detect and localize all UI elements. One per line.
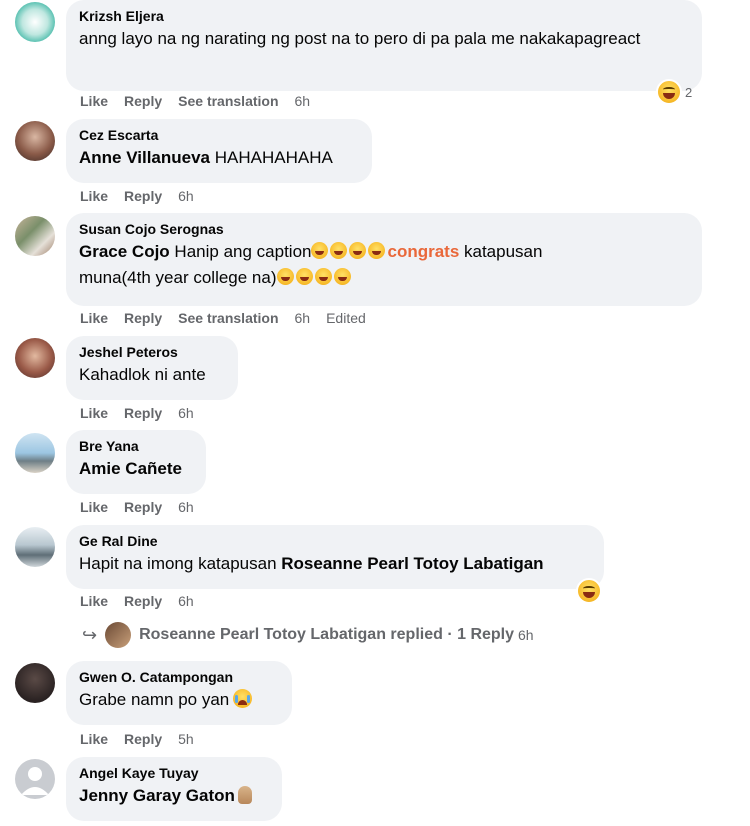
comment-author[interactable]: Bre Yana [79,437,193,456]
comment-time[interactable]: 6h [295,310,311,326]
rofl-emoji-icon [368,242,386,259]
reaction-count[interactable]: 2 [656,79,692,105]
comment-text-body: katapusan [459,242,543,261]
avatar[interactable] [15,121,55,161]
comment-actions: Like Reply See translation 6h Edited [80,310,382,326]
comment-time[interactable]: 6h [178,405,194,421]
reply-author: Roseanne Pearl Totoy Labatigan [139,626,386,643]
comment-actions: Like Reply 6h [80,593,210,609]
rofl-emoji-icon [311,242,329,259]
reply-button[interactable]: Reply [124,310,162,326]
reply-button[interactable]: Reply [124,593,162,609]
comment-bubble: Angel Kaye Tuyay Jenny Garay Gaton [66,757,282,821]
see-translation-button[interactable]: See translation [178,93,278,109]
comment-time[interactable]: 6h [178,593,194,609]
comment-author[interactable]: Krizsh Eljera [79,7,689,26]
comment-author[interactable]: Ge Ral Dine [79,532,591,551]
congrats-highlight: congrats [387,242,460,261]
comment-text: Jenny Garay Gaton [79,783,269,809]
mention-link[interactable]: Anne Villanueva [79,148,210,167]
haha-emoji-icon [576,578,602,604]
mention-link[interactable]: Grace Cojo [79,242,170,261]
comment-text-body: Hapit na imong katapusan [79,554,282,573]
comment-actions: Like Reply 5h [80,731,210,747]
comment-author[interactable]: Cez Escarta [79,126,359,145]
mention-link[interactable]: Amie Cañete [79,459,182,478]
comment-text-body: HAHAHAHAHA [210,148,333,167]
reply-replied-text: replied · [385,626,458,643]
comment-text: Kahadlok ni ante [79,365,206,384]
avatar[interactable] [15,759,55,799]
mention-link[interactable]: Jenny Garay Gaton [79,786,235,805]
like-button[interactable]: Like [80,499,108,515]
rofl-emoji-icon [330,242,348,259]
view-replies-link[interactable]: ↪ Roseanne Pearl Totoy Labatigan replied… [82,622,534,648]
rofl-emoji-icon [333,268,351,285]
comment-text-body: muna(4th year college na) [79,268,277,287]
comment-bubble: Jeshel Peteros Kahadlok ni ante [66,336,238,400]
comment-text: Grace Cojo Hanip ang caption congrats kat… [79,239,689,291]
comment-bubble: Gwen O. Catampongan Grabe namn po yan [66,661,292,725]
avatar [105,622,132,648]
like-button[interactable]: Like [80,188,108,204]
default-avatar-icon [21,767,49,795]
comment-bubble: Krizsh Eljera anng layo na ng narating n… [66,0,702,91]
mention-link[interactable]: Roseanne Pearl Totoy Labatigan [281,554,543,573]
comment-actions: Like Reply 6h [80,405,210,421]
avatar[interactable] [15,338,55,378]
comment-bubble: Cez Escarta Anne Villanueva HAHAHAHAHA [66,119,372,183]
avatar[interactable] [15,527,55,567]
comment-author[interactable]: Angel Kaye Tuyay [79,764,269,783]
edited-label: Edited [326,310,366,326]
comment-actions: Like Reply 6h [80,188,210,204]
see-translation-button[interactable]: See translation [178,310,278,326]
comment-actions: Like Reply See translation 6h [80,93,326,109]
avatar[interactable] [15,433,55,473]
comment-bubble: Ge Ral Dine Hapit na imong katapusan Ros… [66,525,604,589]
comment-time[interactable]: 6h [295,93,311,109]
reply-time: 6h [518,627,534,643]
rofl-emoji-icon [295,268,313,285]
reply-button[interactable]: Reply [124,731,162,747]
avatar[interactable] [15,216,55,256]
like-button[interactable]: Like [80,93,108,109]
comment-text: anng layo na ng narating ng post na to p… [79,29,641,48]
rofl-emoji-icon [349,242,367,259]
comment-text: Hapit na imong katapusan Roseanne Pearl … [79,551,591,577]
comment-author[interactable]: Susan Cojo Serognas [79,220,689,239]
reply-arrow-icon: ↪ [82,624,98,645]
reply-button[interactable]: Reply [124,499,162,515]
comment-text-body: Hanip ang caption [169,242,312,261]
reaction-count-label: 2 [685,84,693,100]
like-button[interactable]: Like [80,731,108,747]
reply-button[interactable]: Reply [124,405,162,421]
comment-text-body: Grabe namn po yan [79,690,230,709]
comment-bubble: Bre Yana Amie Cañete [66,430,206,494]
comment-bubble: Susan Cojo Serognas Grace Cojo Hanip ang… [66,213,702,306]
like-button[interactable]: Like [80,593,108,609]
reply-button[interactable]: Reply [124,188,162,204]
comment-time[interactable]: 5h [178,731,194,747]
comment-text: Anne Villanueva HAHAHAHAHA [79,145,359,171]
comment-actions: Like Reply 6h [80,499,210,515]
comment-text: Grabe namn po yan [79,687,279,713]
reaction-badge[interactable] [576,578,602,604]
crying-emoji-icon [233,689,253,708]
reply-count: 1 Reply [457,626,515,643]
haha-emoji-icon [656,79,682,105]
comment-time[interactable]: 6h [178,188,194,204]
pray-emoji-icon [237,786,252,804]
avatar[interactable] [15,663,55,703]
like-button[interactable]: Like [80,310,108,326]
comment-time[interactable]: 6h [178,499,194,515]
reply-button[interactable]: Reply [124,93,162,109]
rofl-emoji-icon [314,268,332,285]
comment-author[interactable]: Jeshel Peteros [79,343,225,362]
comment-author[interactable]: Gwen O. Catampongan [79,668,279,687]
avatar[interactable] [15,2,55,42]
comment-text: Amie Cañete [79,456,193,482]
rofl-emoji-icon [276,268,294,285]
like-button[interactable]: Like [80,405,108,421]
